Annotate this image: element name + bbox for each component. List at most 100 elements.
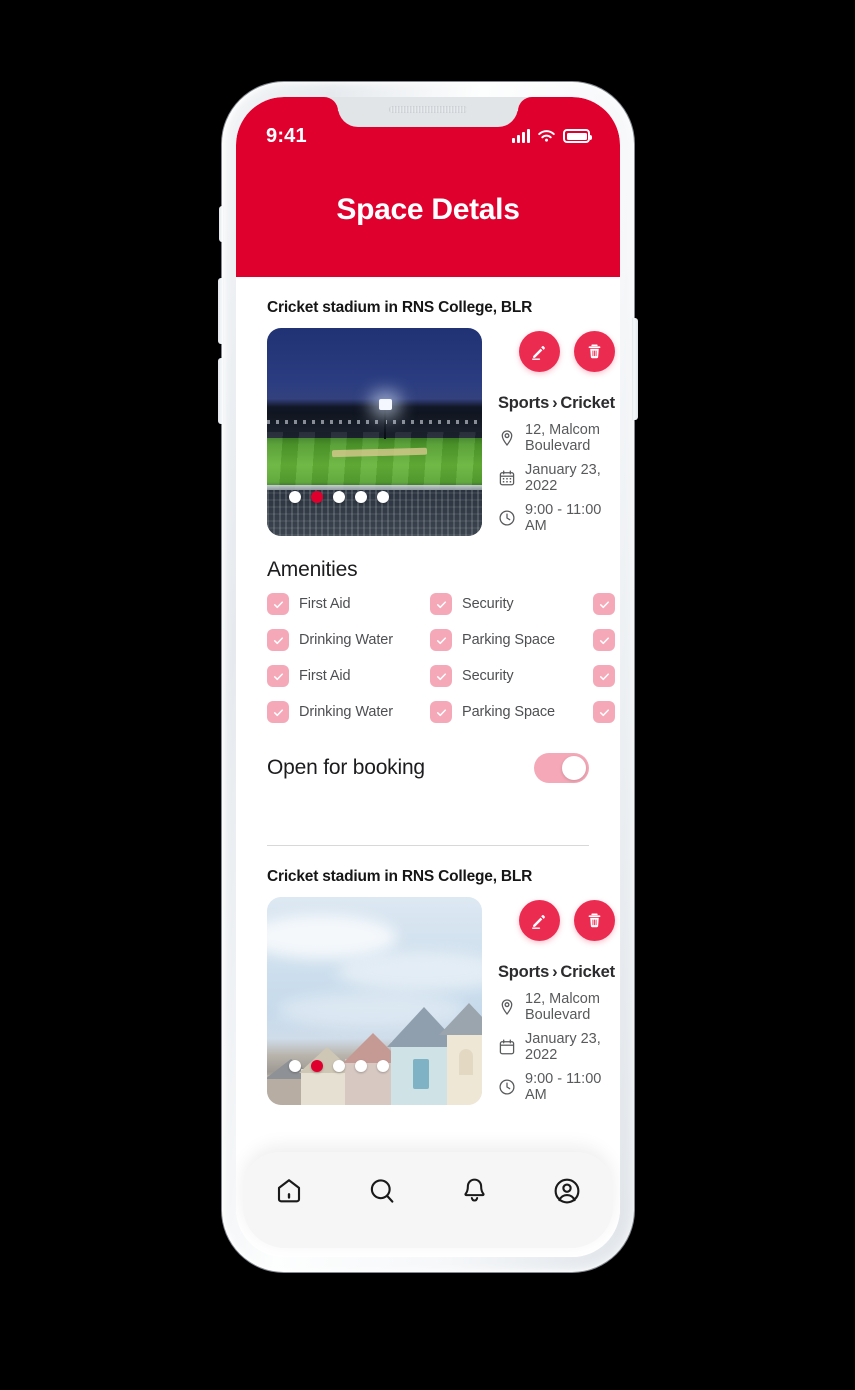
checkbox-checked-icon[interactable] xyxy=(430,665,452,687)
amenity-item[interactable]: Drinking Water xyxy=(267,701,430,723)
amenity-label: First Aid xyxy=(299,596,351,612)
time-text: 9:00 - 11:00 AM xyxy=(525,502,602,534)
nav-item-profile[interactable] xyxy=(521,1176,614,1206)
checkbox-checked-icon[interactable] xyxy=(593,665,615,687)
carousel-dot-4[interactable] xyxy=(355,1060,367,1072)
edit-button[interactable] xyxy=(518,331,560,372)
nav-item-search[interactable] xyxy=(336,1176,429,1206)
carousel-dot-2[interactable] xyxy=(311,1060,323,1072)
nav-item-notifications[interactable] xyxy=(428,1176,521,1205)
carousel-dot-5[interactable] xyxy=(377,491,389,503)
space-image-victorian-houses[interactable] xyxy=(267,897,482,1105)
amenity-item[interactable]: Flood Light xyxy=(593,665,620,687)
amenity-item[interactable]: Day/Night xyxy=(593,629,620,651)
house-window xyxy=(459,1049,473,1075)
bottom-navigation-bar xyxy=(243,1152,613,1248)
wifi-icon xyxy=(538,130,555,142)
cloud-shape xyxy=(267,915,397,959)
checkbox-checked-icon[interactable] xyxy=(267,665,289,687)
pitch-mow-bands xyxy=(267,432,482,491)
delete-button[interactable] xyxy=(573,331,615,372)
checkbox-checked-icon[interactable] xyxy=(267,701,289,723)
breadcrumb-parent[interactable]: Sports xyxy=(498,394,549,412)
location-pin-icon xyxy=(501,999,513,1015)
phone-screen: 9:41 Space Detals Cricket stadium in RNS… xyxy=(236,97,620,1257)
card-actions xyxy=(498,900,615,941)
house-window xyxy=(413,1059,429,1089)
nav-item-home[interactable] xyxy=(243,1176,336,1206)
amenity-item[interactable]: Security xyxy=(430,665,593,687)
carousel-dot-3[interactable] xyxy=(333,491,345,503)
time-row: 9:00 - 11:00 AM xyxy=(498,502,615,534)
delete-button[interactable] xyxy=(573,900,615,941)
breadcrumb-separator-icon: › xyxy=(552,963,558,981)
amenity-item[interactable]: Day/Night xyxy=(593,701,620,723)
toggle-knob xyxy=(562,756,586,780)
breadcrumb: Sports › Cricket xyxy=(498,963,615,982)
breadcrumb: Sports › Cricket xyxy=(498,394,615,413)
checkbox-checked-icon[interactable] xyxy=(593,701,615,723)
open-for-booking-row: Open for booking xyxy=(267,753,589,783)
volume-down-button[interactable] xyxy=(218,358,224,424)
edit-button[interactable] xyxy=(518,900,560,941)
amenity-item[interactable]: Parking Space xyxy=(430,701,593,723)
pencil-icon xyxy=(532,345,546,360)
space-card-details: Sports › Cricket 12, Malcom Boulevard Ja… xyxy=(482,897,615,1105)
carousel-dot-1[interactable] xyxy=(289,1060,301,1072)
calendar-icon xyxy=(499,1039,515,1055)
checkbox-checked-icon[interactable] xyxy=(267,629,289,651)
checkbox-checked-icon[interactable] xyxy=(593,593,615,615)
carousel-dot-1[interactable] xyxy=(289,491,301,503)
space-card-title: Cricket stadium in RNS College, BLR xyxy=(267,299,533,316)
amenity-item[interactable]: Parking Space xyxy=(430,629,593,651)
breadcrumb-child[interactable]: Cricket xyxy=(560,394,615,412)
date-text: January 23, 2022 xyxy=(525,462,601,494)
checkbox-checked-icon[interactable] xyxy=(430,701,452,723)
amenity-label: Parking Space xyxy=(462,704,556,720)
amenity-label: Drinking Water xyxy=(299,632,393,648)
bell-icon xyxy=(464,1178,485,1202)
stadium-stand-lights xyxy=(267,419,482,424)
amenity-label: Parking Space xyxy=(462,632,556,648)
volume-up-button[interactable] xyxy=(218,278,224,344)
space-image-cricket-stadium[interactable] xyxy=(267,328,482,536)
breadcrumb-child[interactable]: Cricket xyxy=(560,963,615,981)
content-scroll-area[interactable]: Cricket stadium in RNS College, BLR Spor… xyxy=(236,277,620,1257)
space-meta: Sports › Cricket 12, Malcom Boulevard Ja… xyxy=(498,394,615,536)
carousel-dot-2[interactable] xyxy=(311,491,323,503)
amenities-section: Amenities First Aid Security Flood Light… xyxy=(267,558,615,723)
checkbox-checked-icon[interactable] xyxy=(267,593,289,615)
calendar-icon xyxy=(499,470,515,486)
image-carousel-dots[interactable] xyxy=(289,491,389,503)
carousel-dot-5[interactable] xyxy=(377,1060,389,1072)
checkbox-checked-icon[interactable] xyxy=(430,629,452,651)
checkbox-checked-icon[interactable] xyxy=(593,629,615,651)
signal-bars-icon xyxy=(512,129,530,143)
breadcrumb-parent[interactable]: Sports xyxy=(498,963,549,981)
checkbox-checked-icon[interactable] xyxy=(430,593,452,615)
phone-notch xyxy=(338,97,518,127)
amenity-item[interactable]: Drinking Water xyxy=(267,629,430,651)
silent-switch[interactable] xyxy=(219,206,224,242)
status-time: 9:41 xyxy=(266,124,307,147)
address-text: 12, Malcom Boulevard xyxy=(525,422,600,454)
clock-icon xyxy=(499,1079,515,1095)
card-actions xyxy=(498,331,615,372)
amenity-item[interactable]: Security xyxy=(430,593,593,615)
trash-icon xyxy=(588,344,601,359)
carousel-dot-3[interactable] xyxy=(333,1060,345,1072)
amenity-item[interactable]: First Aid xyxy=(267,593,430,615)
amenity-label: Security xyxy=(462,596,514,612)
breadcrumb-separator-icon: › xyxy=(552,394,558,412)
carousel-dot-4[interactable] xyxy=(355,491,367,503)
amenity-label: Drinking Water xyxy=(299,704,393,720)
home-icon xyxy=(278,1179,301,1203)
pencil-icon xyxy=(532,914,546,929)
amenity-item[interactable]: First Aid xyxy=(267,665,430,687)
profile-icon xyxy=(554,1178,580,1204)
image-carousel-dots[interactable] xyxy=(289,1060,389,1072)
open-for-booking-toggle[interactable] xyxy=(534,753,589,783)
power-button[interactable] xyxy=(632,318,638,420)
amenities-title: Amenities xyxy=(267,558,358,581)
amenity-item[interactable]: Flood Light xyxy=(593,593,620,615)
